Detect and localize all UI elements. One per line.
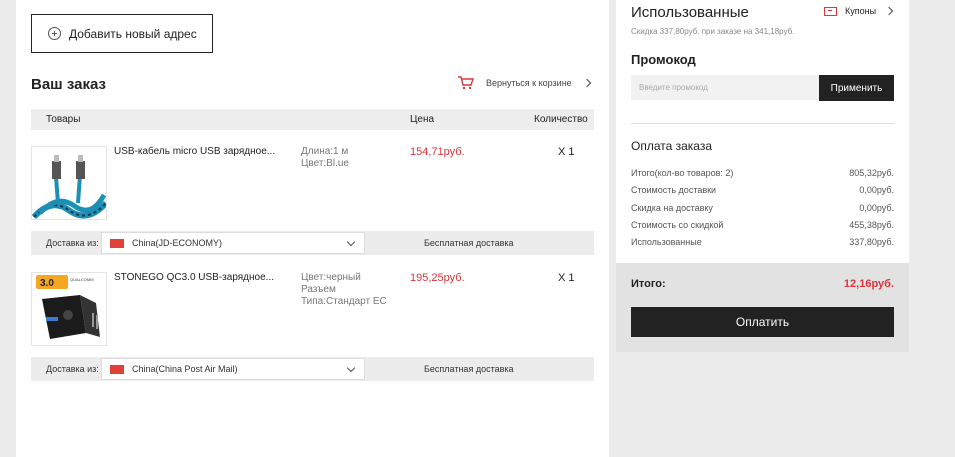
attr-connector: Разъем (301, 284, 336, 295)
total-label: Итого: (631, 278, 666, 290)
product-quantity: X 1 (558, 272, 575, 284)
chevron-down-icon (346, 237, 356, 247)
summary-card: Использованные Купоны Скидка 337,80руб. … (616, 0, 909, 263)
summary-label: Стоимость доставки (631, 185, 717, 195)
cart-icon (458, 76, 474, 90)
china-flag-icon (110, 238, 124, 248)
pay-button[interactable]: Оплатить (631, 307, 894, 337)
shipping-cost: Бесплатная доставка (424, 364, 514, 374)
charger-badge-brand: QUALCOMM (70, 277, 94, 282)
summary-label: Скидка на доставку (631, 203, 713, 213)
apply-promo-button[interactable]: Применить (819, 75, 894, 101)
total-value: 12,16руб. (843, 278, 894, 290)
plus-circle-icon (48, 27, 61, 40)
back-to-cart-link[interactable]: Вернуться к корзине (458, 76, 591, 90)
column-price: Цена (410, 114, 435, 125)
product-thumbnail[interactable]: 3.0 QUALCOMM (31, 272, 107, 346)
add-address-button[interactable]: Добавить новый адрес (31, 14, 213, 53)
column-goods: Товары (46, 114, 81, 125)
back-to-cart-label: Вернуться к корзине (486, 78, 572, 88)
product-price: 195,25руб. (410, 272, 465, 284)
order-panel: Добавить новый адрес Ваш заказ Вернуться… (16, 0, 609, 457)
shipping-cost: Бесплатная доставка (424, 238, 514, 248)
chevron-down-icon (346, 363, 356, 373)
used-title: Использованные (631, 4, 749, 21)
attr-color: Цвет:Bl.ue (301, 158, 349, 169)
product-attributes: Длина:1 м Цвет:Bl.ue (301, 146, 349, 170)
summary-value: 337,80руб. (849, 237, 894, 247)
shipping-from-label: Доставка из: (46, 238, 99, 248)
product-thumbnail[interactable] (31, 146, 107, 220)
product-name[interactable]: USB-кабель micro USB зарядное... (114, 146, 292, 157)
summary-value: 455,38руб. (849, 220, 894, 230)
summary-row: Использованные 337,80руб. (631, 237, 894, 247)
chevron-right-icon (582, 78, 591, 88)
summary-row: Скидка на доставку 0,00руб. (631, 203, 894, 213)
divider (631, 123, 894, 124)
attr-color: Цвет:черный (301, 272, 361, 283)
product-price: 154,71руб. (410, 146, 465, 158)
summary-label: Стоимость со скидкой (631, 220, 724, 230)
product-quantity: X 1 (558, 146, 575, 158)
chevron-right-icon (884, 6, 894, 16)
shipping-from-label: Доставка из: (46, 364, 99, 374)
summary-value: 0,00руб. (859, 185, 894, 195)
product-name[interactable]: STONEGO QC3.0 USB-зарядное... (114, 272, 292, 283)
usb-cable-image (32, 155, 106, 219)
summary-value: 805,32руб. (849, 168, 894, 178)
china-flag-icon (110, 364, 124, 374)
shipping-method-value: China(JD-ECONOMY) (132, 238, 223, 248)
summary-row: Итого(кол-во товаров: 2) 805,32руб. (631, 168, 894, 178)
shipping-row: Доставка из: China(JD-ECONOMY) Бесплатна… (31, 231, 594, 255)
summary-row: Стоимость со скидкой 455,38руб. (631, 220, 894, 230)
payment-title: Оплата заказа (631, 139, 713, 153)
attr-length: Длина:1 м (301, 146, 349, 157)
table-header: Товары Цена Количество (31, 109, 594, 130)
charger-image: 3.0 QUALCOMM (36, 275, 100, 339)
promo-title: Промокод (631, 52, 696, 67)
ticket-icon (824, 6, 837, 16)
summary-label: Использованные (631, 237, 702, 247)
product-attributes: Цвет:черный Разъем Типа:Стандарт ЕС (301, 272, 387, 308)
shipping-method-value: China(China Post Air Mail) (132, 364, 238, 374)
shipping-row: Доставка из: China(China Post Air Mail) … (31, 357, 594, 381)
used-subtitle: Скидка 337,80руб. при заказе на 341,18ру… (631, 27, 795, 36)
shipping-method-select[interactable]: China(JD-ECONOMY) (101, 232, 365, 254)
coupons-label: Купоны (845, 6, 877, 16)
add-address-label: Добавить новый адрес (69, 26, 197, 41)
column-quantity: Количество (534, 114, 588, 125)
summary-row: Стоимость доставки 0,00руб. (631, 185, 894, 195)
order-title: Ваш заказ (31, 76, 106, 93)
promo-code-input[interactable] (631, 75, 819, 100)
coupons-link[interactable]: Купоны (824, 6, 894, 16)
summary-label: Итого(кол-во товаров: 2) (631, 168, 734, 178)
attr-type: Типа:Стандарт ЕС (301, 296, 387, 307)
summary-value: 0,00руб. (859, 203, 894, 213)
charger-badge-number: 3.0 (40, 278, 54, 289)
summary-panel: Использованные Купоны Скидка 337,80руб. … (616, 0, 909, 457)
shipping-method-select[interactable]: China(China Post Air Mail) (101, 358, 365, 380)
